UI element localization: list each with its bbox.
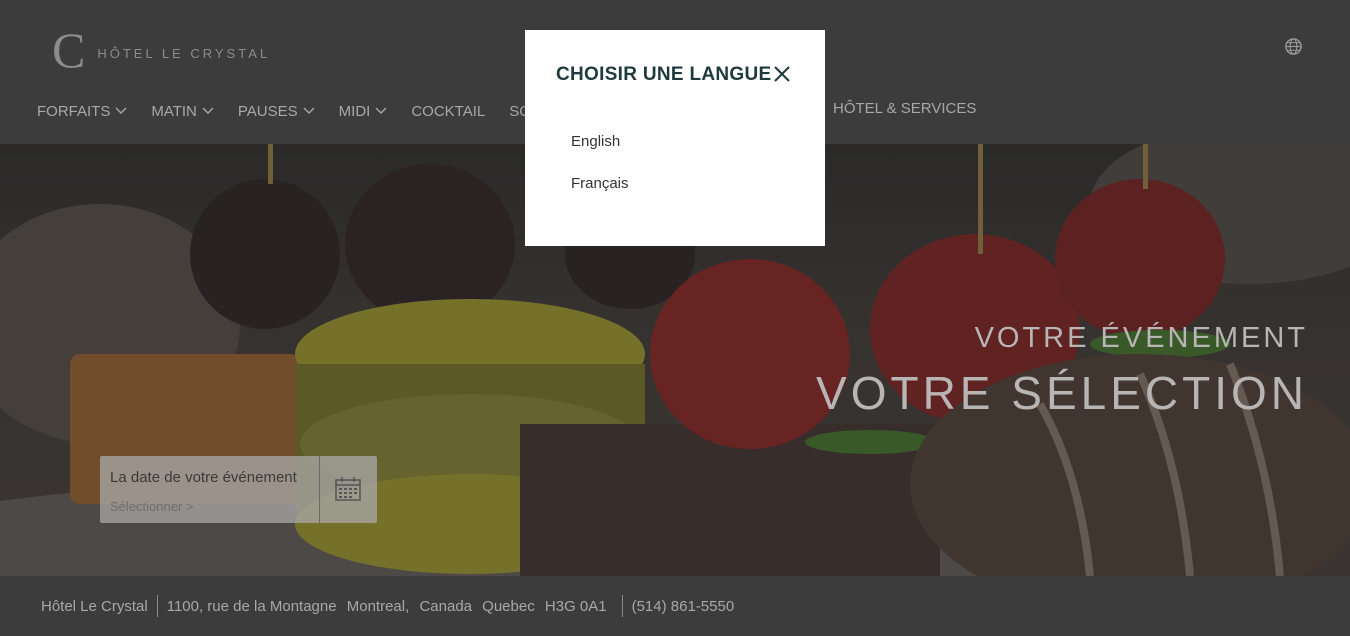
event-date-picker[interactable]: La date de votre événement Sélectionner … [100,456,377,523]
nav-item-hotel-services[interactable]: HÔTEL & SERVICES [833,100,976,117]
logo-letter: C [52,22,86,78]
date-divider [319,456,320,523]
hotel-logo[interactable]: C HÔTEL LE CRYSTAL [52,22,271,78]
address-province: Quebec [482,597,535,615]
language-option-english[interactable]: English [571,133,620,150]
chevron-down-icon [303,107,315,114]
footer-address: 1100, rue de la Montagne Montreal, Canad… [167,598,613,615]
event-date-label: La date de votre événement [110,469,297,486]
address-country: Canada [419,597,472,615]
address-street: 1100, rue de la Montagne [166,597,337,615]
hero-title: VOTRE SÉLECTION [816,367,1308,419]
hero-subtitle: VOTRE ÉVÉNEMENT [974,322,1308,354]
globe-icon[interactable] [1284,37,1303,56]
nav-item-matin[interactable]: MATIN [151,100,214,122]
chevron-down-icon [115,107,127,114]
footer-divider [156,595,158,617]
address-city: Montreal, [346,597,410,615]
calendar-icon[interactable] [334,476,362,502]
main-nav: FORFAITS MATIN PAUSES MIDI COCKTAIL SO [37,100,555,122]
nav-item-midi[interactable]: MIDI [339,100,388,122]
modal-title: CHOISIR UNE LANGUE [556,64,772,85]
nav-item-cocktail[interactable]: COCKTAIL [411,100,485,122]
nav-label: FORFAITS [37,102,111,120]
footer-hotel-name: Hôtel Le Crystal [41,597,148,615]
nav-label: MIDI [338,102,371,120]
nav-item-forfaits[interactable]: FORFAITS [37,100,127,122]
site-footer: Hôtel Le Crystal 1100, rue de la Montagn… [0,576,1350,636]
footer-phone[interactable]: (514) 861-5550 [632,598,735,615]
nav-label: PAUSES [237,102,298,120]
nav-label: COCKTAIL [411,102,486,120]
nav-item-pauses[interactable]: PAUSES [238,100,315,122]
language-modal: CHOISIR UNE LANGUE English Français [525,30,825,246]
address-postal: H3G 0A1 [544,597,607,615]
nav-label: MATIN [151,102,197,120]
logo-text: HÔTEL LE CRYSTAL [97,45,271,61]
close-icon[interactable] [771,63,793,85]
footer-divider [621,595,623,617]
language-option-francais[interactable]: Français [571,175,629,192]
event-date-select-link[interactable]: Sélectionner > [110,499,193,514]
chevron-down-icon [375,107,387,114]
chevron-down-icon [202,107,214,114]
